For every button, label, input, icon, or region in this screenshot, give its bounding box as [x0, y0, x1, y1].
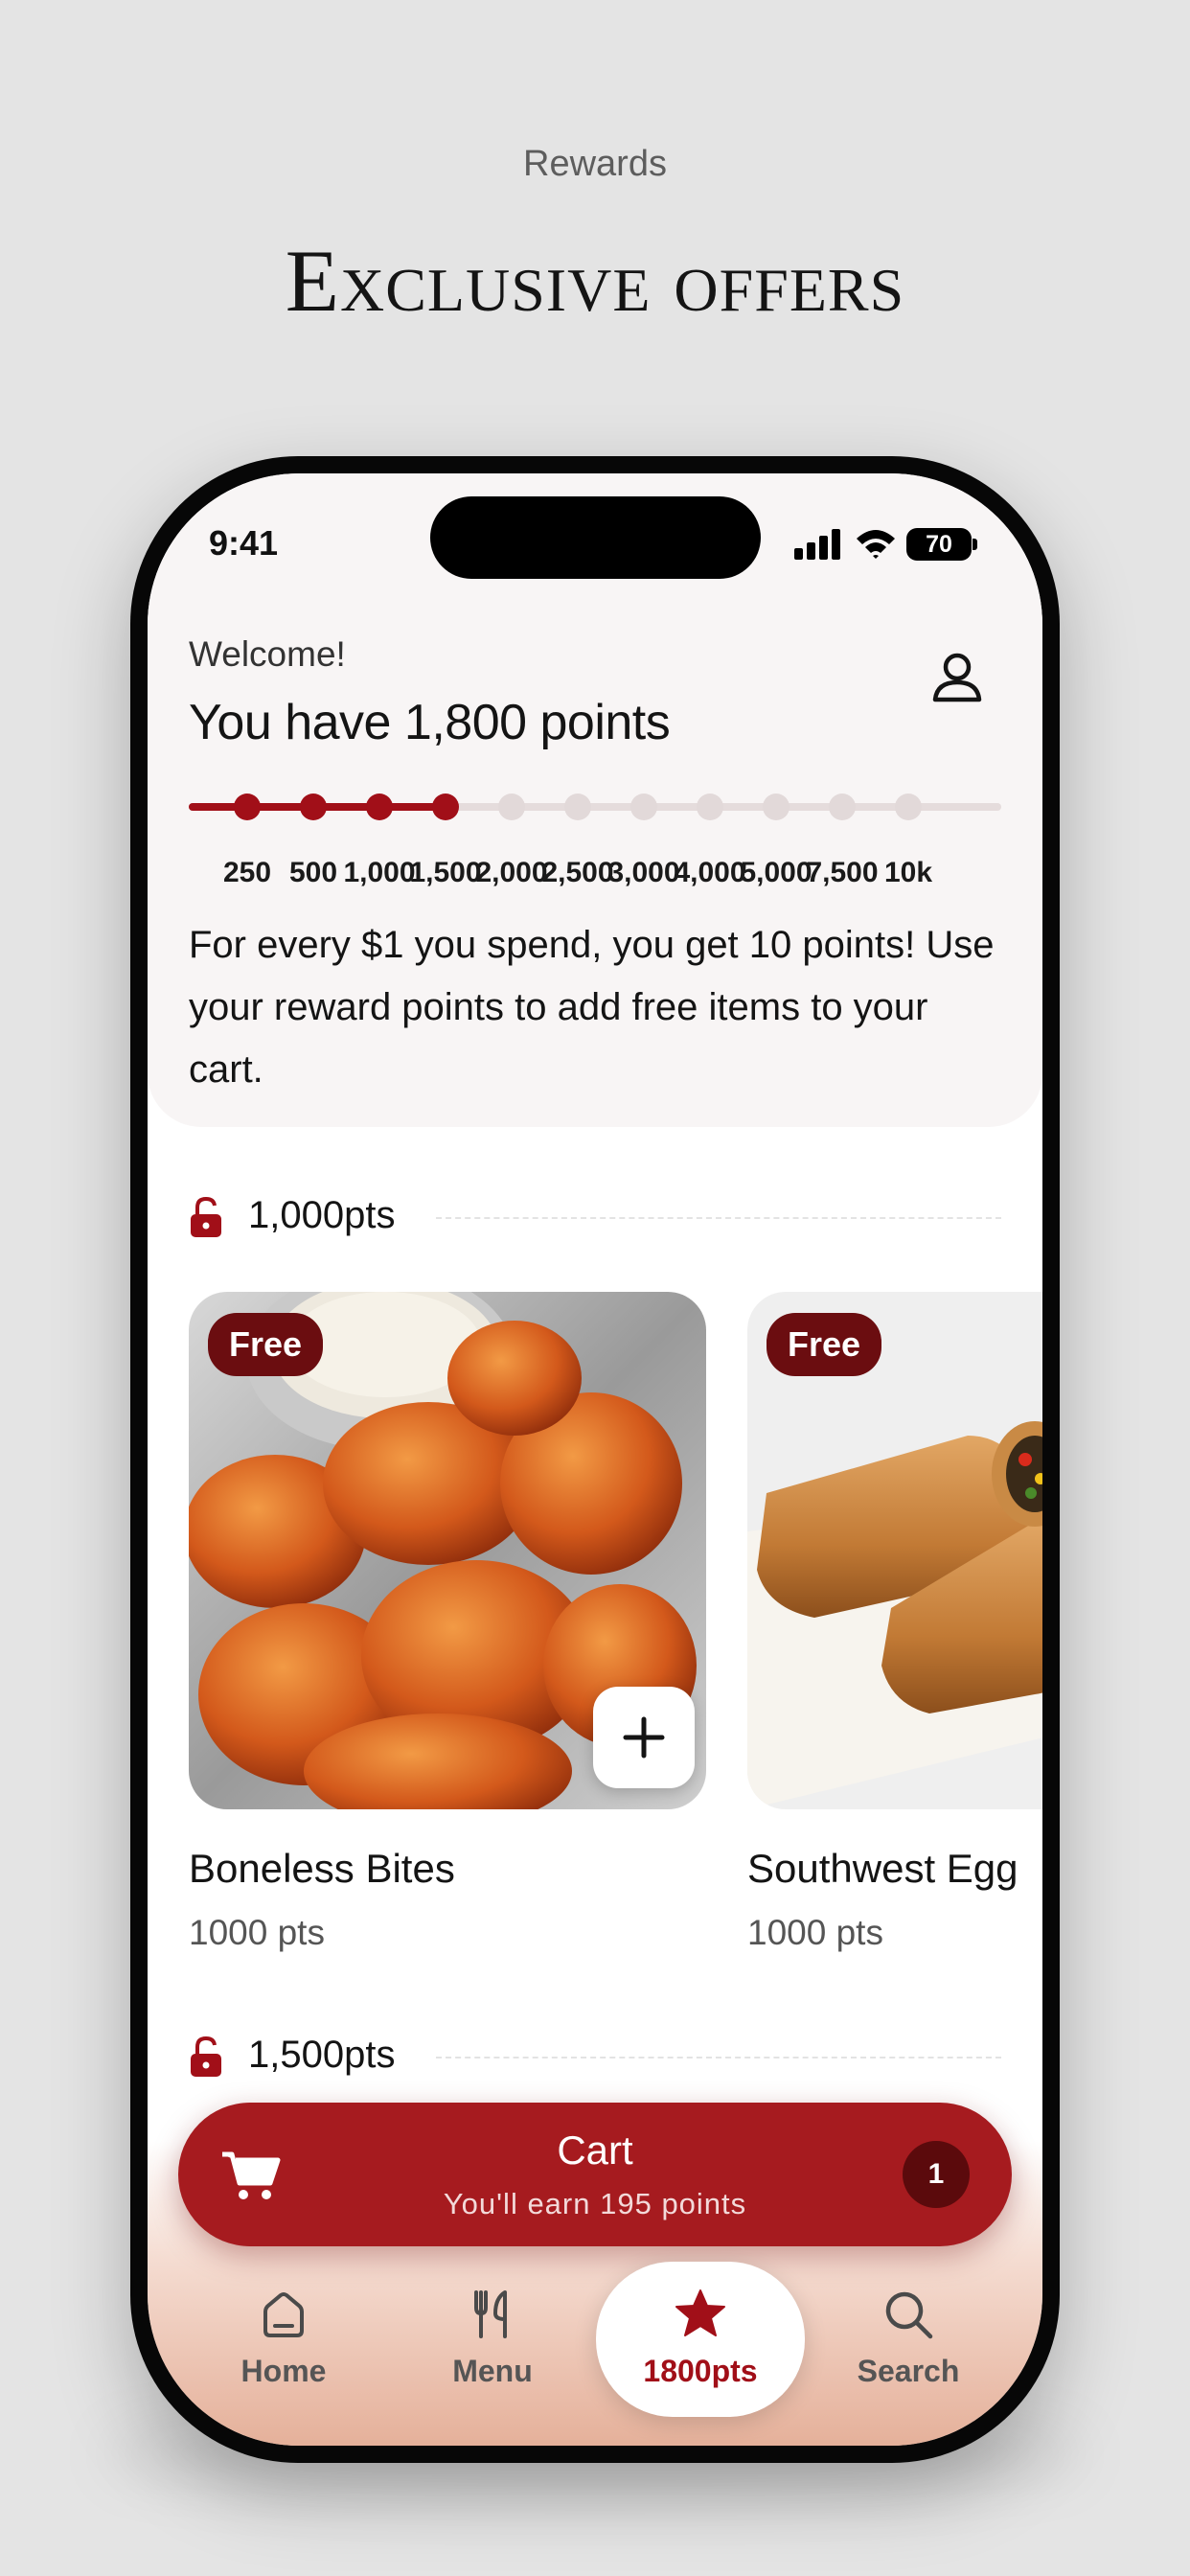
cart-button[interactable]: Cart You'll earn 195 points 1 — [178, 2103, 1012, 2246]
section-divider — [436, 2057, 1001, 2058]
tab-label: 1800pts — [643, 2354, 758, 2388]
welcome-text: Welcome! — [189, 634, 346, 674]
section-divider — [436, 1217, 1001, 1219]
cart-count-badge: 1 — [903, 2141, 970, 2208]
milestone-label: 500 — [288, 857, 338, 888]
app-screen: Welcome! You have 1,800 points 250 500 1,0… — [148, 473, 1042, 2446]
product-name: Southwest Egg — [747, 1846, 1018, 1891]
home-icon — [263, 2292, 304, 2337]
wifi-icon — [857, 530, 895, 559]
tier-header-1500: 1,500pts — [189, 2028, 1001, 2085]
free-badge: Free — [767, 1313, 882, 1376]
milestone-label: 3,000 — [607, 857, 680, 888]
milestone-dot — [630, 794, 657, 820]
tab-rewards[interactable]: 1800pts — [596, 2262, 805, 2417]
battery-level: 70 — [906, 528, 972, 561]
dynamic-island — [430, 496, 761, 579]
battery-cap — [973, 539, 977, 550]
add-to-cart-button[interactable] — [593, 1687, 695, 1788]
search-icon — [885, 2291, 933, 2339]
tab-search[interactable]: Search — [812, 2262, 1004, 2415]
milestone-label: 4,000 — [674, 857, 746, 888]
unlock-icon — [191, 1196, 221, 1237]
milestone-dot — [564, 794, 591, 820]
free-badge: Free — [208, 1313, 324, 1376]
points-info: For every $1 you spend, you get 10 point… — [189, 924, 995, 1091]
product-image: Free — [747, 1292, 1042, 1809]
unlock-icon — [191, 2036, 221, 2077]
status-bar: 9:41 70 — [148, 473, 1042, 608]
product-points: 1000 pts — [189, 1913, 325, 1952]
milestone-dot — [366, 794, 393, 820]
milestone-label: 5,000 — [740, 857, 812, 888]
signal-icon — [794, 529, 840, 560]
tab-label: Search — [857, 2354, 960, 2388]
milestone-label: 250 — [222, 857, 272, 888]
milestone-dot — [300, 794, 327, 820]
profile-button[interactable] — [924, 644, 991, 711]
milestone-label: 1,500 — [409, 857, 482, 888]
milestone-dot — [763, 794, 790, 820]
tier-header-1000: 1,000pts — [189, 1188, 1001, 1246]
milestone-label: 2,500 — [541, 857, 614, 888]
milestone-dot — [895, 794, 922, 820]
cart-title: Cart — [557, 2128, 633, 2173]
tab-menu[interactable]: Menu — [397, 2262, 588, 2415]
milestone-label: 7,500 — [806, 857, 879, 888]
cart-earn-text: You'll earn 195 points — [443, 2187, 747, 2220]
tier-label: 1,500pts — [248, 2034, 396, 2076]
status-time: 9:41 — [209, 523, 279, 563]
tab-label: Home — [240, 2354, 327, 2388]
milestone-dot — [234, 794, 261, 820]
product-card-boneless-bites[interactable]: Free Boneless Bites 1000 pts — [189, 1292, 706, 1953]
milestone-dot — [697, 794, 723, 820]
tab-home[interactable]: Home — [188, 2262, 379, 2415]
milestone-label: 2,000 — [475, 857, 548, 888]
plus-icon — [623, 1716, 665, 1759]
milestone-label: 1,000 — [343, 857, 416, 888]
headline: Exclusive offers — [285, 232, 905, 330]
star-icon — [675, 2289, 725, 2336]
tab-label: Menu — [452, 2354, 533, 2388]
points-title: You have 1,800 points — [189, 695, 671, 750]
tier-label: 1,000pts — [248, 1194, 396, 1236]
profile-icon — [932, 653, 982, 702]
milestone-dot — [432, 794, 459, 820]
product-points: 1000 pts — [747, 1913, 883, 1952]
utensils-icon — [474, 2290, 507, 2338]
bottom-tab-bar: Home Menu 1800pts Search — [148, 2262, 1042, 2446]
phone-frame: Welcome! You have 1,800 points 250 500 1,0… — [130, 456, 1060, 2463]
eyebrow-label: Rewards — [523, 144, 667, 184]
milestone-label: 10k — [883, 857, 933, 888]
product-card-southwest-egg[interactable]: Free Southwest Egg 1000 pts — [747, 1292, 1042, 1953]
battery-indicator: 70 — [906, 528, 977, 561]
milestone-dot — [829, 794, 856, 820]
product-name: Boneless Bites — [189, 1846, 455, 1891]
milestone-dot — [498, 794, 525, 820]
product-image: Free — [189, 1292, 706, 1809]
